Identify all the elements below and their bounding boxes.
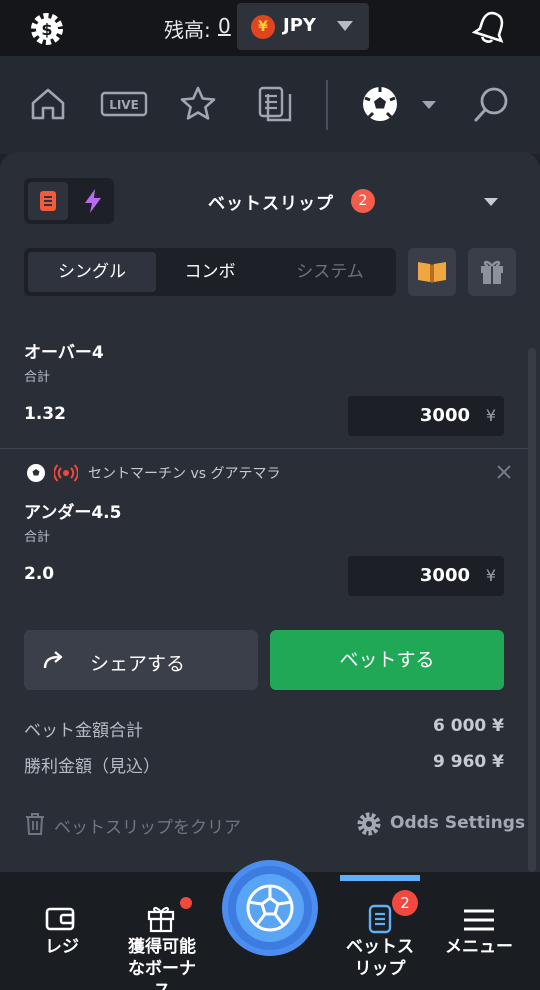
- nav-bet-slip[interactable]: ベットスリップ: [340, 936, 420, 980]
- bet-2-stake-currency: ¥: [485, 566, 496, 585]
- potential-win-label: 勝利金額（見込）: [24, 757, 160, 777]
- share-button[interactable]: シェアする: [24, 630, 258, 690]
- home-icon[interactable]: [28, 84, 68, 124]
- document-icon: [40, 191, 56, 211]
- bet-2-selection: アンダー4.5: [24, 503, 122, 523]
- trash-icon[interactable]: [24, 812, 46, 836]
- currency-selector[interactable]: ¥ JPY: [237, 3, 369, 50]
- bet-1-stake-input[interactable]: 3000 ¥: [348, 396, 504, 436]
- center-ball-bg: [236, 874, 304, 942]
- bet-1-selection: オーバー4: [24, 343, 104, 363]
- balance-label: 残高:: [164, 18, 211, 42]
- top-bar: $ 残高: 0 ¥ JPY: [0, 0, 540, 56]
- bet-1-odds: 1.32: [24, 404, 66, 424]
- bet-slip-title: ベットスリップ: [208, 194, 334, 214]
- place-bet-button[interactable]: ベットする: [270, 630, 504, 690]
- gift-icon: [481, 260, 503, 284]
- live-broadcast-icon: [54, 464, 78, 482]
- menu-icon: [464, 909, 494, 931]
- soccer-ball-icon: [246, 884, 294, 932]
- bet-count-badge: 2: [351, 189, 375, 213]
- nav-bonuses[interactable]: 獲得可能なボーナス: [120, 936, 204, 990]
- bet-1-stake-value: 3000: [419, 405, 470, 426]
- book-button[interactable]: [408, 248, 456, 296]
- clear-bet-slip-button[interactable]: ベットスリップをクリア: [54, 813, 241, 838]
- wallet-icon: [45, 907, 75, 931]
- book-icon: [418, 262, 446, 283]
- live-label: LIVE: [109, 98, 139, 112]
- active-tab-indicator: [340, 875, 420, 881]
- chevron-down-icon: [337, 21, 353, 31]
- settings-dollar-icon[interactable]: $: [28, 10, 66, 48]
- star-icon[interactable]: [178, 84, 218, 124]
- bet-slip-count-badge: 2: [392, 890, 418, 916]
- bet-2-match: セントマーチン vs グアテマラ: [88, 466, 281, 482]
- live-icon[interactable]: LIVE: [100, 84, 148, 124]
- bet-type-tabs: シングル コンボ システム: [24, 248, 396, 296]
- bet-1-total-label: 合計: [24, 370, 51, 385]
- tab-single[interactable]: シングル: [28, 252, 156, 292]
- soccer-ball-icon: [27, 464, 45, 482]
- bet-2-odds: 2.0: [24, 564, 55, 584]
- notification-dot: [180, 897, 192, 909]
- bet-2-stake-input[interactable]: 3000 ¥: [348, 556, 504, 596]
- close-icon[interactable]: [496, 464, 512, 480]
- sports-nav-bar: LIVE: [0, 56, 540, 154]
- balance-value[interactable]: 0: [218, 14, 231, 38]
- gift-icon: [147, 906, 175, 933]
- bet-history-icon[interactable]: [255, 84, 295, 124]
- yen-icon: ¥: [251, 15, 275, 39]
- bet-slip-panel: ベットスリップ 2 シングル コンボ システム オーバー4 合計 1.32 30…: [0, 152, 540, 882]
- nav-divider: [326, 80, 328, 130]
- slip-doc-button[interactable]: [28, 182, 68, 220]
- soccer-ball-icon[interactable]: [360, 84, 400, 124]
- share-label: シェアする: [90, 653, 186, 675]
- scrollbar[interactable]: [528, 348, 536, 872]
- search-icon[interactable]: [472, 84, 512, 124]
- gift-button[interactable]: [468, 248, 516, 296]
- tab-combo[interactable]: コンボ: [146, 252, 274, 292]
- bell-icon[interactable]: [472, 8, 510, 46]
- share-arrow-icon: [43, 651, 63, 669]
- currency-code: JPY: [283, 15, 316, 36]
- chevron-down-icon[interactable]: [422, 101, 436, 109]
- bet-slip-icon: [368, 904, 392, 934]
- nav-cashier[interactable]: レジ: [24, 936, 100, 958]
- nav-menu[interactable]: メニュー: [436, 936, 522, 958]
- potential-win-value: 9 960 ¥: [433, 752, 504, 772]
- bet-2-total-label: 合計: [24, 530, 51, 545]
- bet-2-stake-value: 3000: [419, 565, 470, 586]
- bet-divider: [0, 448, 528, 449]
- total-stake-label: ベット金額合計: [24, 721, 143, 741]
- odds-settings-button[interactable]: Odds Settings: [390, 813, 525, 833]
- slip-mode-switch: [24, 178, 114, 224]
- tab-system[interactable]: システム: [266, 252, 394, 292]
- gear-icon[interactable]: [356, 811, 382, 837]
- sports-home-button[interactable]: [222, 860, 318, 956]
- chevron-down-icon[interactable]: [484, 198, 498, 206]
- svg-text:$: $: [41, 20, 52, 39]
- lightning-icon[interactable]: [78, 186, 108, 216]
- total-stake-value: 6 000 ¥: [433, 716, 504, 736]
- bet-1-stake-currency: ¥: [485, 406, 496, 425]
